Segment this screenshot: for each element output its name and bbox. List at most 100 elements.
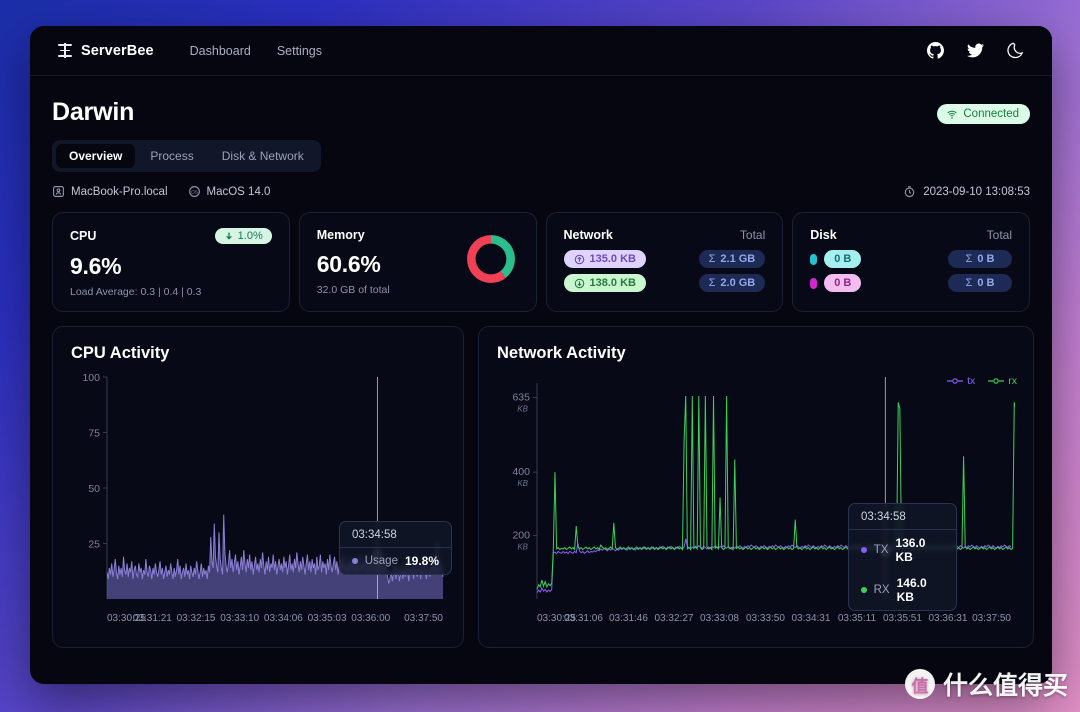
watermark-text: 什么值得买 [943,666,1068,702]
svg-text:400: 400 [512,466,530,478]
network-chart-area[interactable]: 200KB400KB635KB03:30:2503:31:0603:31:460… [497,369,1015,636]
tab-disk-network[interactable]: Disk & Network [209,144,317,168]
memory-donut-chart [464,232,518,286]
app-window: ServerBee Dashboard Settings Darwin Conn… [30,26,1052,684]
card-disk: Disk Total 0 B Σ 0 B [792,212,1030,312]
card-network-total-label: Total [740,228,765,242]
hostname-meta: MacBook-Pro.local [52,185,168,198]
cpu-activity-title: CPU Activity [71,344,445,363]
hostname-text: MacBook-Pro.local [71,186,168,198]
network-tx-value: 135.0 KB [590,253,636,265]
network-tx-chip: 135.0 KB [564,250,646,268]
svg-text:KB: KB [517,405,528,414]
arrow-down-icon [224,231,234,241]
card-cpu-head: CPU 1.0% [70,228,272,244]
arrow-up-circle-icon [574,254,585,265]
cpu-activity-chart[interactable]: 25507510003:30:2503:31:2103:32:1503:33:1… [71,369,447,631]
card-network-head: Network Total [564,228,766,242]
svg-text:200: 200 [512,530,530,542]
github-icon[interactable] [926,42,944,60]
network-tooltip-row-rx: RX 146.0 KB [849,570,956,610]
disk-write-row: 0 B Σ 0 B [810,274,1012,292]
disk-write-chip: 0 B [824,274,861,292]
cpu-delta-badge: 1.0% [215,228,272,244]
network-tooltip-row-tx: TX 136.0 KB [849,530,956,570]
disk-read-value: 0 B [834,253,851,265]
twitter-icon[interactable] [966,42,984,60]
network-tooltip-tx-dot-icon [861,547,867,553]
page-title: Darwin [52,98,134,127]
tab-overview[interactable]: Overview [56,144,135,168]
svg-text:03:37:50: 03:37:50 [404,613,443,624]
os-meta: OS MacOS 14.0 [188,185,271,198]
card-network-title: Network [564,228,613,242]
svg-text:03:31:21: 03:31:21 [133,613,172,624]
panel-network-activity: Network Activity tx rx 200KB400KB635KB03… [478,326,1034,648]
card-cpu: CPU 1.0% 9.6% Load Average: 0.3 | 0.4 | … [52,212,290,312]
clock-icon [903,185,916,198]
network-chip-rows: 135.0 KB Σ 2.1 GB 138.0 KB Σ [564,250,766,292]
sigma-symbol: Σ [709,277,716,289]
svg-text:50: 50 [88,483,100,495]
cpu-delta-text: 1.0% [238,230,263,242]
brand[interactable]: ServerBee [58,43,154,59]
card-memory-title: Memory [317,228,365,242]
menu-logo-icon [58,44,72,57]
disk-read-total-value: 0 B [977,253,994,265]
svg-text:03:34:31: 03:34:31 [792,613,831,624]
disk-read-marker-icon [810,254,817,265]
network-rx-row: 138.0 KB Σ 2.0 GB [564,274,766,292]
sigma-symbol: Σ [966,253,973,265]
network-rx-value: 138.0 KB [590,277,636,289]
svg-text:03:35:51: 03:35:51 [883,613,922,624]
svg-text:635: 635 [512,392,530,404]
cpu-load-average: Load Average: 0.3 | 0.4 | 0.3 [70,286,272,298]
chart-panels: CPU Activity 25507510003:30:2503:31:2103… [52,326,1030,648]
network-activity-title: Network Activity [497,344,1015,363]
sigma-symbol: Σ [709,253,716,265]
watermark: 值 什么值得买 [905,666,1068,702]
svg-text:03:33:10: 03:33:10 [220,613,259,624]
network-rx-total-chip: Σ 2.0 GB [699,274,766,292]
network-rx-chip: 138.0 KB [564,274,646,292]
svg-text:KB: KB [517,543,528,552]
disk-write-total-value: 0 B [977,277,994,289]
svg-text:03:35:03: 03:35:03 [308,613,347,624]
cpu-tooltip-value: 19.8% [405,554,439,568]
watermark-logo-icon: 值 [905,669,935,699]
connection-status-badge: Connected [937,104,1030,124]
svg-text:03:32:27: 03:32:27 [655,613,694,624]
network-tooltip-rx-label: RX [874,584,890,596]
cpu-tooltip-row: Usage 19.8% [340,548,451,574]
svg-text:100: 100 [82,372,100,384]
network-tooltip-tx-label: TX [874,544,889,556]
top-navigation-bar: ServerBee Dashboard Settings [30,26,1052,76]
stat-cards: CPU 1.0% 9.6% Load Average: 0.3 | 0.4 | … [52,212,1030,312]
svg-text:03:33:08: 03:33:08 [700,613,739,624]
connection-status-text: Connected [963,108,1019,120]
card-memory: Memory 60.6% 32.0 GB of total [299,212,537,312]
nav-right-icons [926,42,1024,60]
svg-text:03:31:46: 03:31:46 [609,613,648,624]
sigma-symbol: Σ [966,277,973,289]
nav-link-settings[interactable]: Settings [277,44,322,58]
moon-icon[interactable] [1006,42,1024,60]
network-tooltip-rx-value: 146.0 KB [897,576,944,604]
svg-text:03:33:50: 03:33:50 [746,613,785,624]
network-tx-total-chip: Σ 2.1 GB [699,250,766,268]
cpu-chart-area[interactable]: 25507510003:30:2503:31:2103:32:1503:33:1… [71,369,445,636]
disk-read-total-chip: Σ 0 B [948,250,1012,268]
tab-process[interactable]: Process [137,144,206,168]
page-content: Darwin Connected Overview Process Disk &… [30,76,1052,648]
network-tooltip-time: 03:34:58 [849,504,956,530]
card-network: Network Total 135.0 KB Σ 2.1 GB [546,212,784,312]
nav-link-dashboard[interactable]: Dashboard [190,44,251,58]
disk-write-marker-icon [810,278,817,289]
svg-text:OS: OS [191,189,199,195]
os-icon: OS [188,185,201,198]
title-row: Darwin Connected [52,98,1030,127]
svg-text:03:37:50: 03:37:50 [972,613,1011,624]
network-chart-tooltip: 03:34:58 TX 136.0 KB RX 146.0 KB [848,503,957,611]
cpu-tooltip-label: Usage [365,555,398,567]
network-rx-total-value: 2.0 GB [720,277,755,289]
